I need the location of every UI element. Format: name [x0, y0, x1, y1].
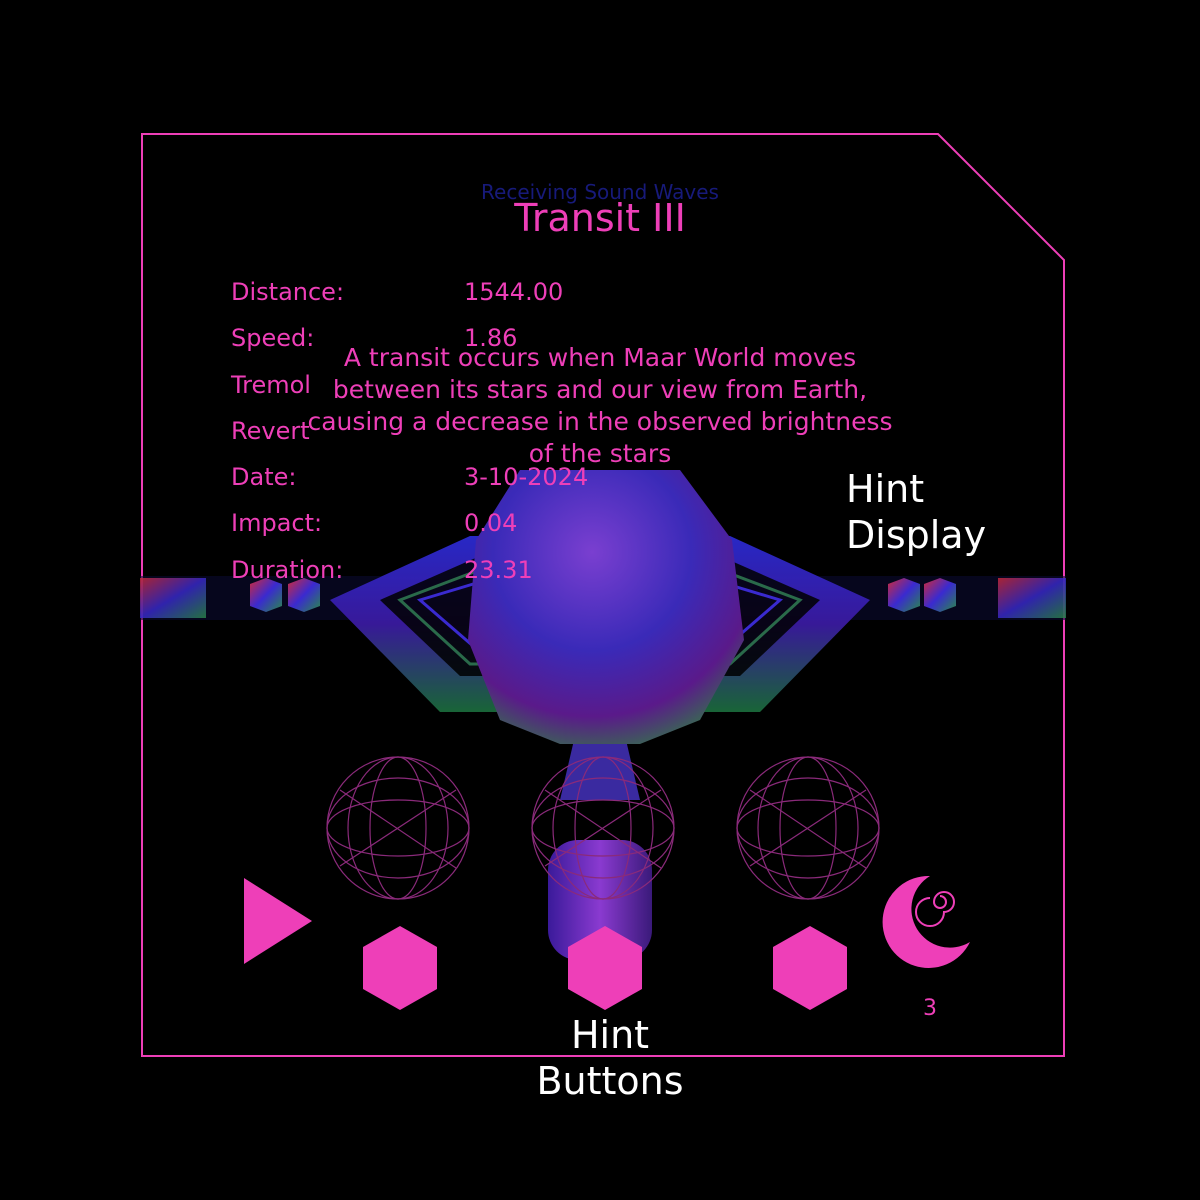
stat-value-duration: 23.31 — [464, 556, 533, 584]
stat-value-impact: 0.04 — [464, 509, 518, 537]
stat-label-distance: Distance: — [231, 278, 345, 306]
stat-label-impact: Impact: — [231, 509, 323, 537]
planet-stem — [548, 740, 652, 960]
stat-label-duration: Duration: — [231, 556, 344, 584]
stat-label-date: Date: — [231, 463, 297, 491]
hint-display-text: A transit occurs when Maar World moves b… — [307, 343, 893, 468]
stat-label-tremolo: Tremol — [231, 371, 311, 399]
hints-remaining-counter: 3 — [923, 996, 937, 1021]
wireframe-sphere-3 — [736, 756, 880, 900]
stat-label-revert: Revert — [231, 417, 310, 445]
game-screen: Receiving Sound Waves Transit III Distan… — [0, 0, 1200, 1200]
wireframe-sphere-1 — [326, 756, 470, 900]
hint-display-annotation: Hint Display — [846, 467, 987, 557]
stat-value-distance: 1544.00 — [464, 278, 564, 306]
hint-button-3[interactable] — [773, 926, 847, 1010]
crescent-moon-icon[interactable] — [882, 875, 970, 968]
hint-buttons-annotation: Hint Buttons — [536, 1013, 684, 1103]
play-icon[interactable] — [244, 878, 312, 964]
hint-button-1[interactable] — [363, 926, 437, 1010]
panel-title: Transit III — [514, 196, 686, 240]
